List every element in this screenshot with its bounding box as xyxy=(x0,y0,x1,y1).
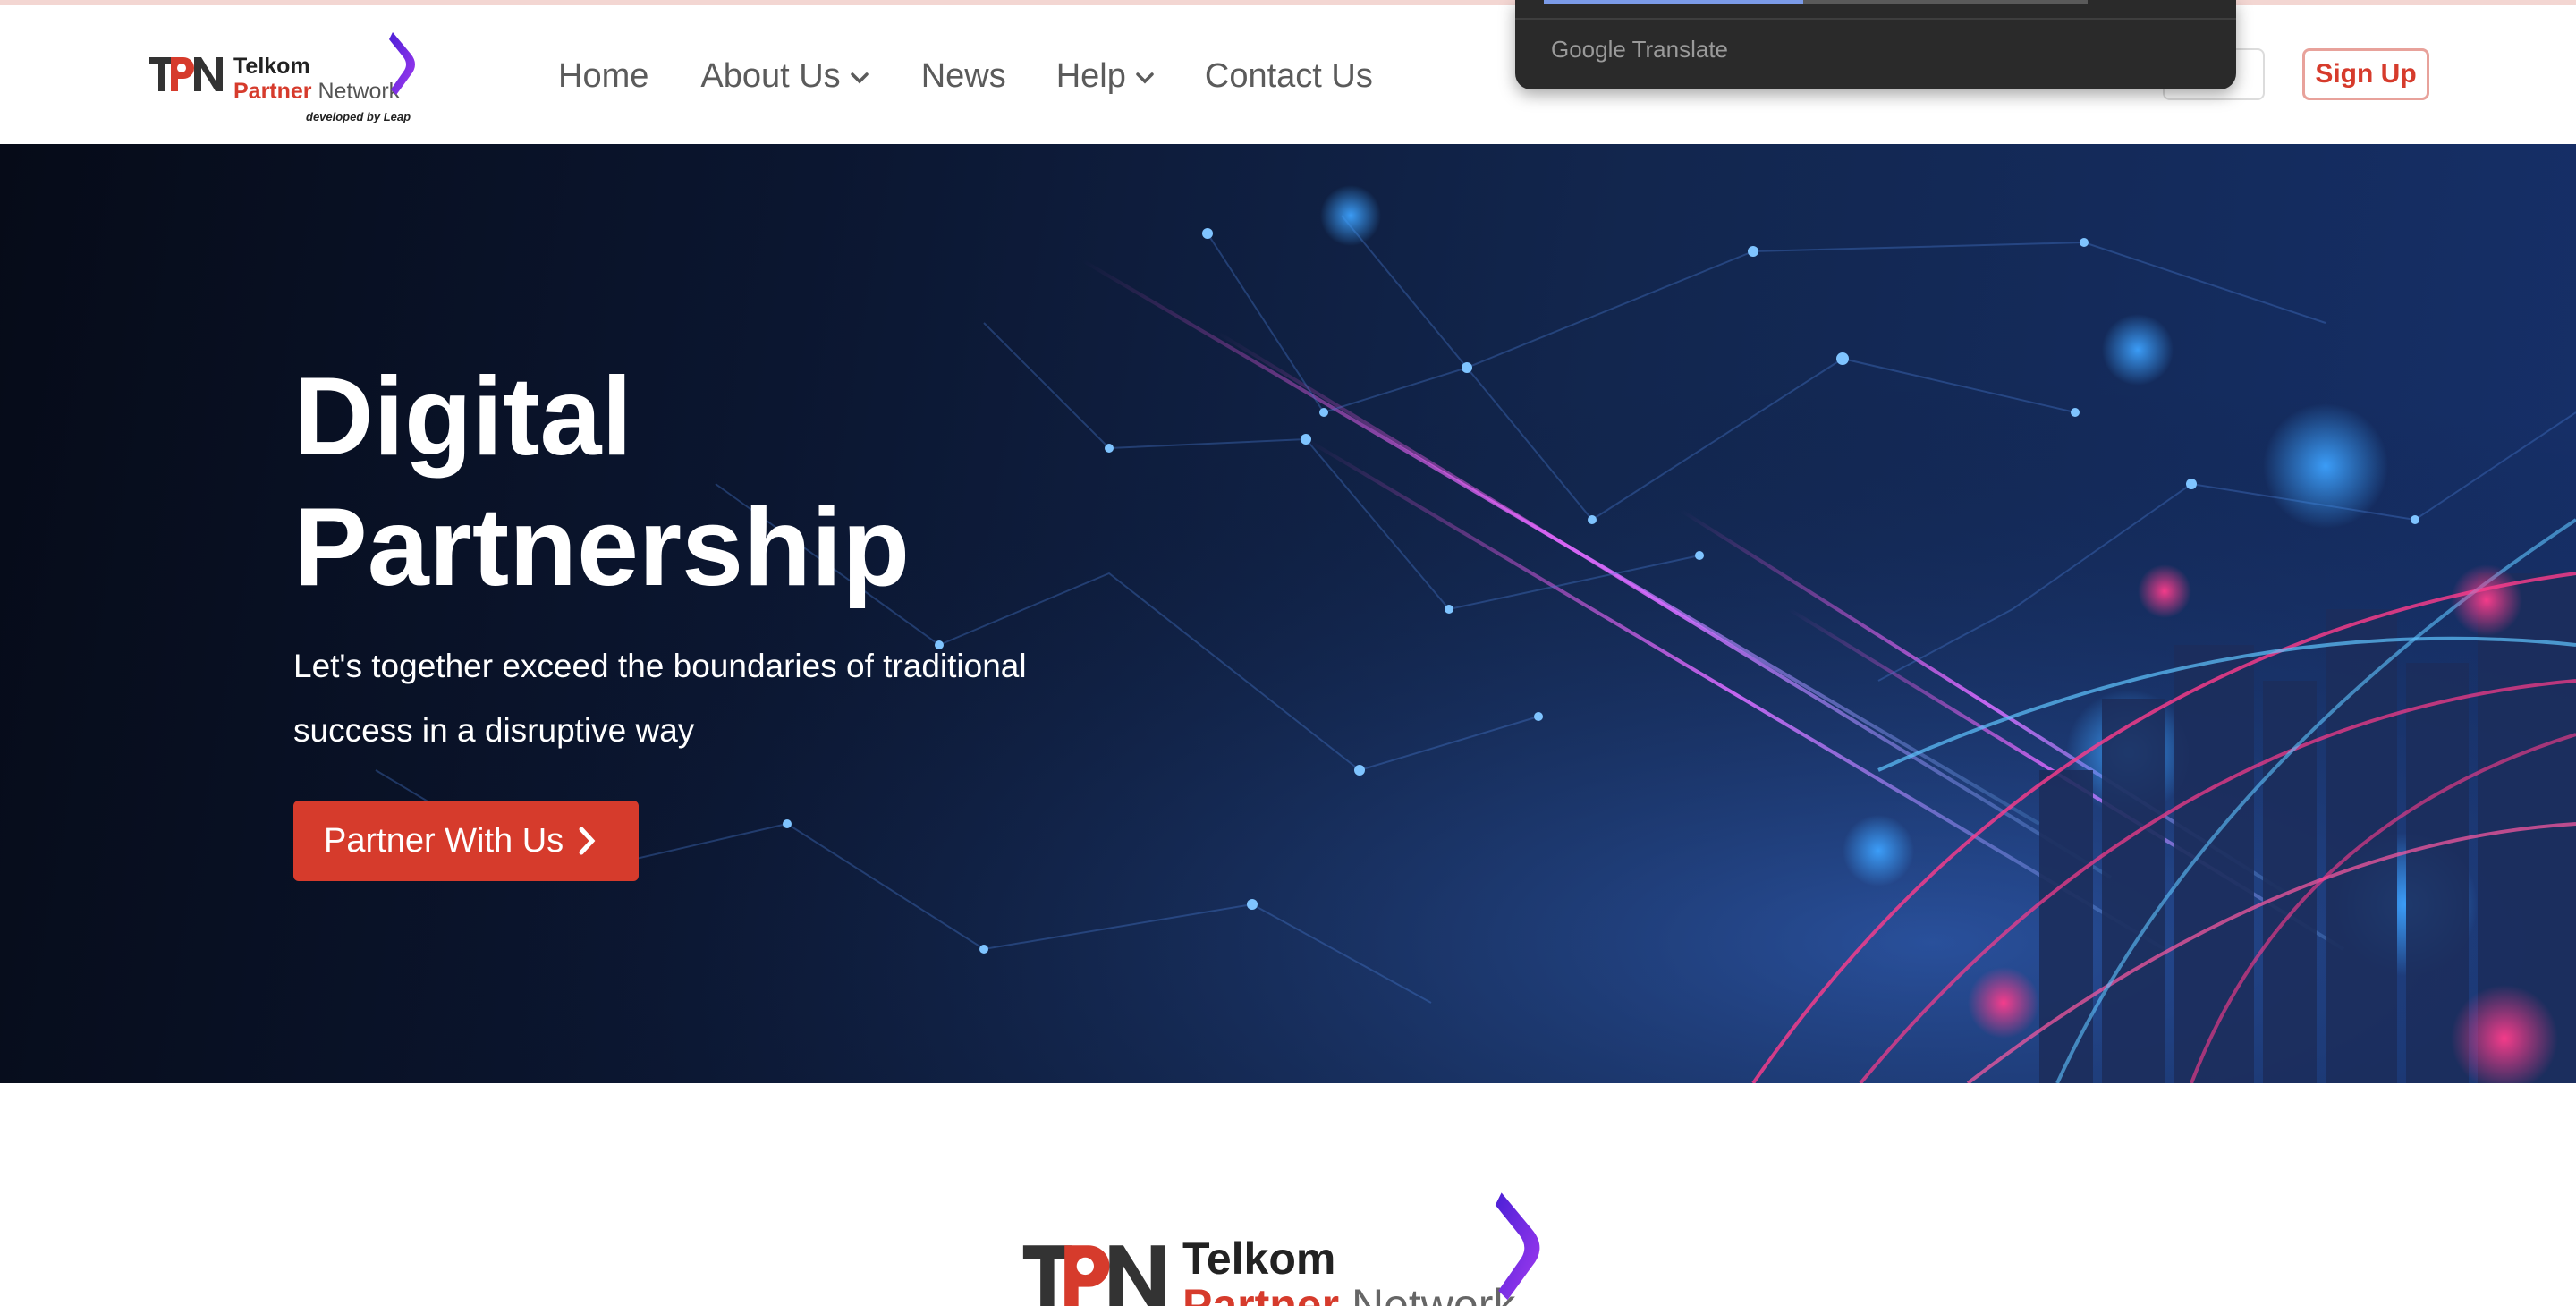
tpn-monogram-icon xyxy=(149,57,223,91)
translate-divider xyxy=(1515,18,2236,20)
brand-name-telkom: Telkom xyxy=(1182,1234,1336,1284)
network-background-image xyxy=(0,144,2576,1083)
nav-contact-us[interactable]: Contact Us xyxy=(1205,57,1373,96)
tpn-monogram-icon xyxy=(1022,1245,1165,1306)
nav-about-us[interactable]: About Us xyxy=(700,57,869,96)
header-logo[interactable]: Telkom Partner Network developed by Leap xyxy=(148,29,434,127)
nav-news[interactable]: News xyxy=(921,57,1006,96)
google-translate-label: Google Translate xyxy=(1551,36,1729,63)
section-logo: Telkom Partner Network xyxy=(1020,1190,1574,1306)
ribbon-logo-icon xyxy=(389,32,415,95)
google-translate-popup: Google Translate xyxy=(1515,0,2236,89)
partner-with-us-button[interactable]: Partner With Us xyxy=(293,801,639,881)
hero-title: Digital Partnership xyxy=(293,355,911,609)
translate-progress-bar xyxy=(1544,0,1803,4)
nav-home[interactable]: Home xyxy=(558,57,648,96)
brand-tagline: developed by Leap xyxy=(306,110,411,123)
hero-banner: Digital Partnership Let's together exceed… xyxy=(0,144,2576,1083)
translate-progress-track xyxy=(1803,0,2088,4)
chevron-down-icon xyxy=(850,72,869,84)
hero-subtitle: Let's together exceed the boundaries of … xyxy=(293,648,1027,749)
ribbon-logo-icon xyxy=(1495,1192,1540,1301)
brand-name-partner-network: Partner Network xyxy=(233,79,401,104)
brand-name-partner-network: Partner Network xyxy=(1182,1280,1516,1306)
signup-button[interactable]: Sign Up xyxy=(2302,48,2429,100)
chevron-down-icon xyxy=(1136,72,1154,84)
main-nav: Home About Us News Help Contact Us xyxy=(558,54,1373,98)
nav-help[interactable]: Help xyxy=(1056,57,1155,96)
brand-name-telkom: Telkom xyxy=(233,54,310,79)
chevron-right-icon xyxy=(579,827,596,855)
